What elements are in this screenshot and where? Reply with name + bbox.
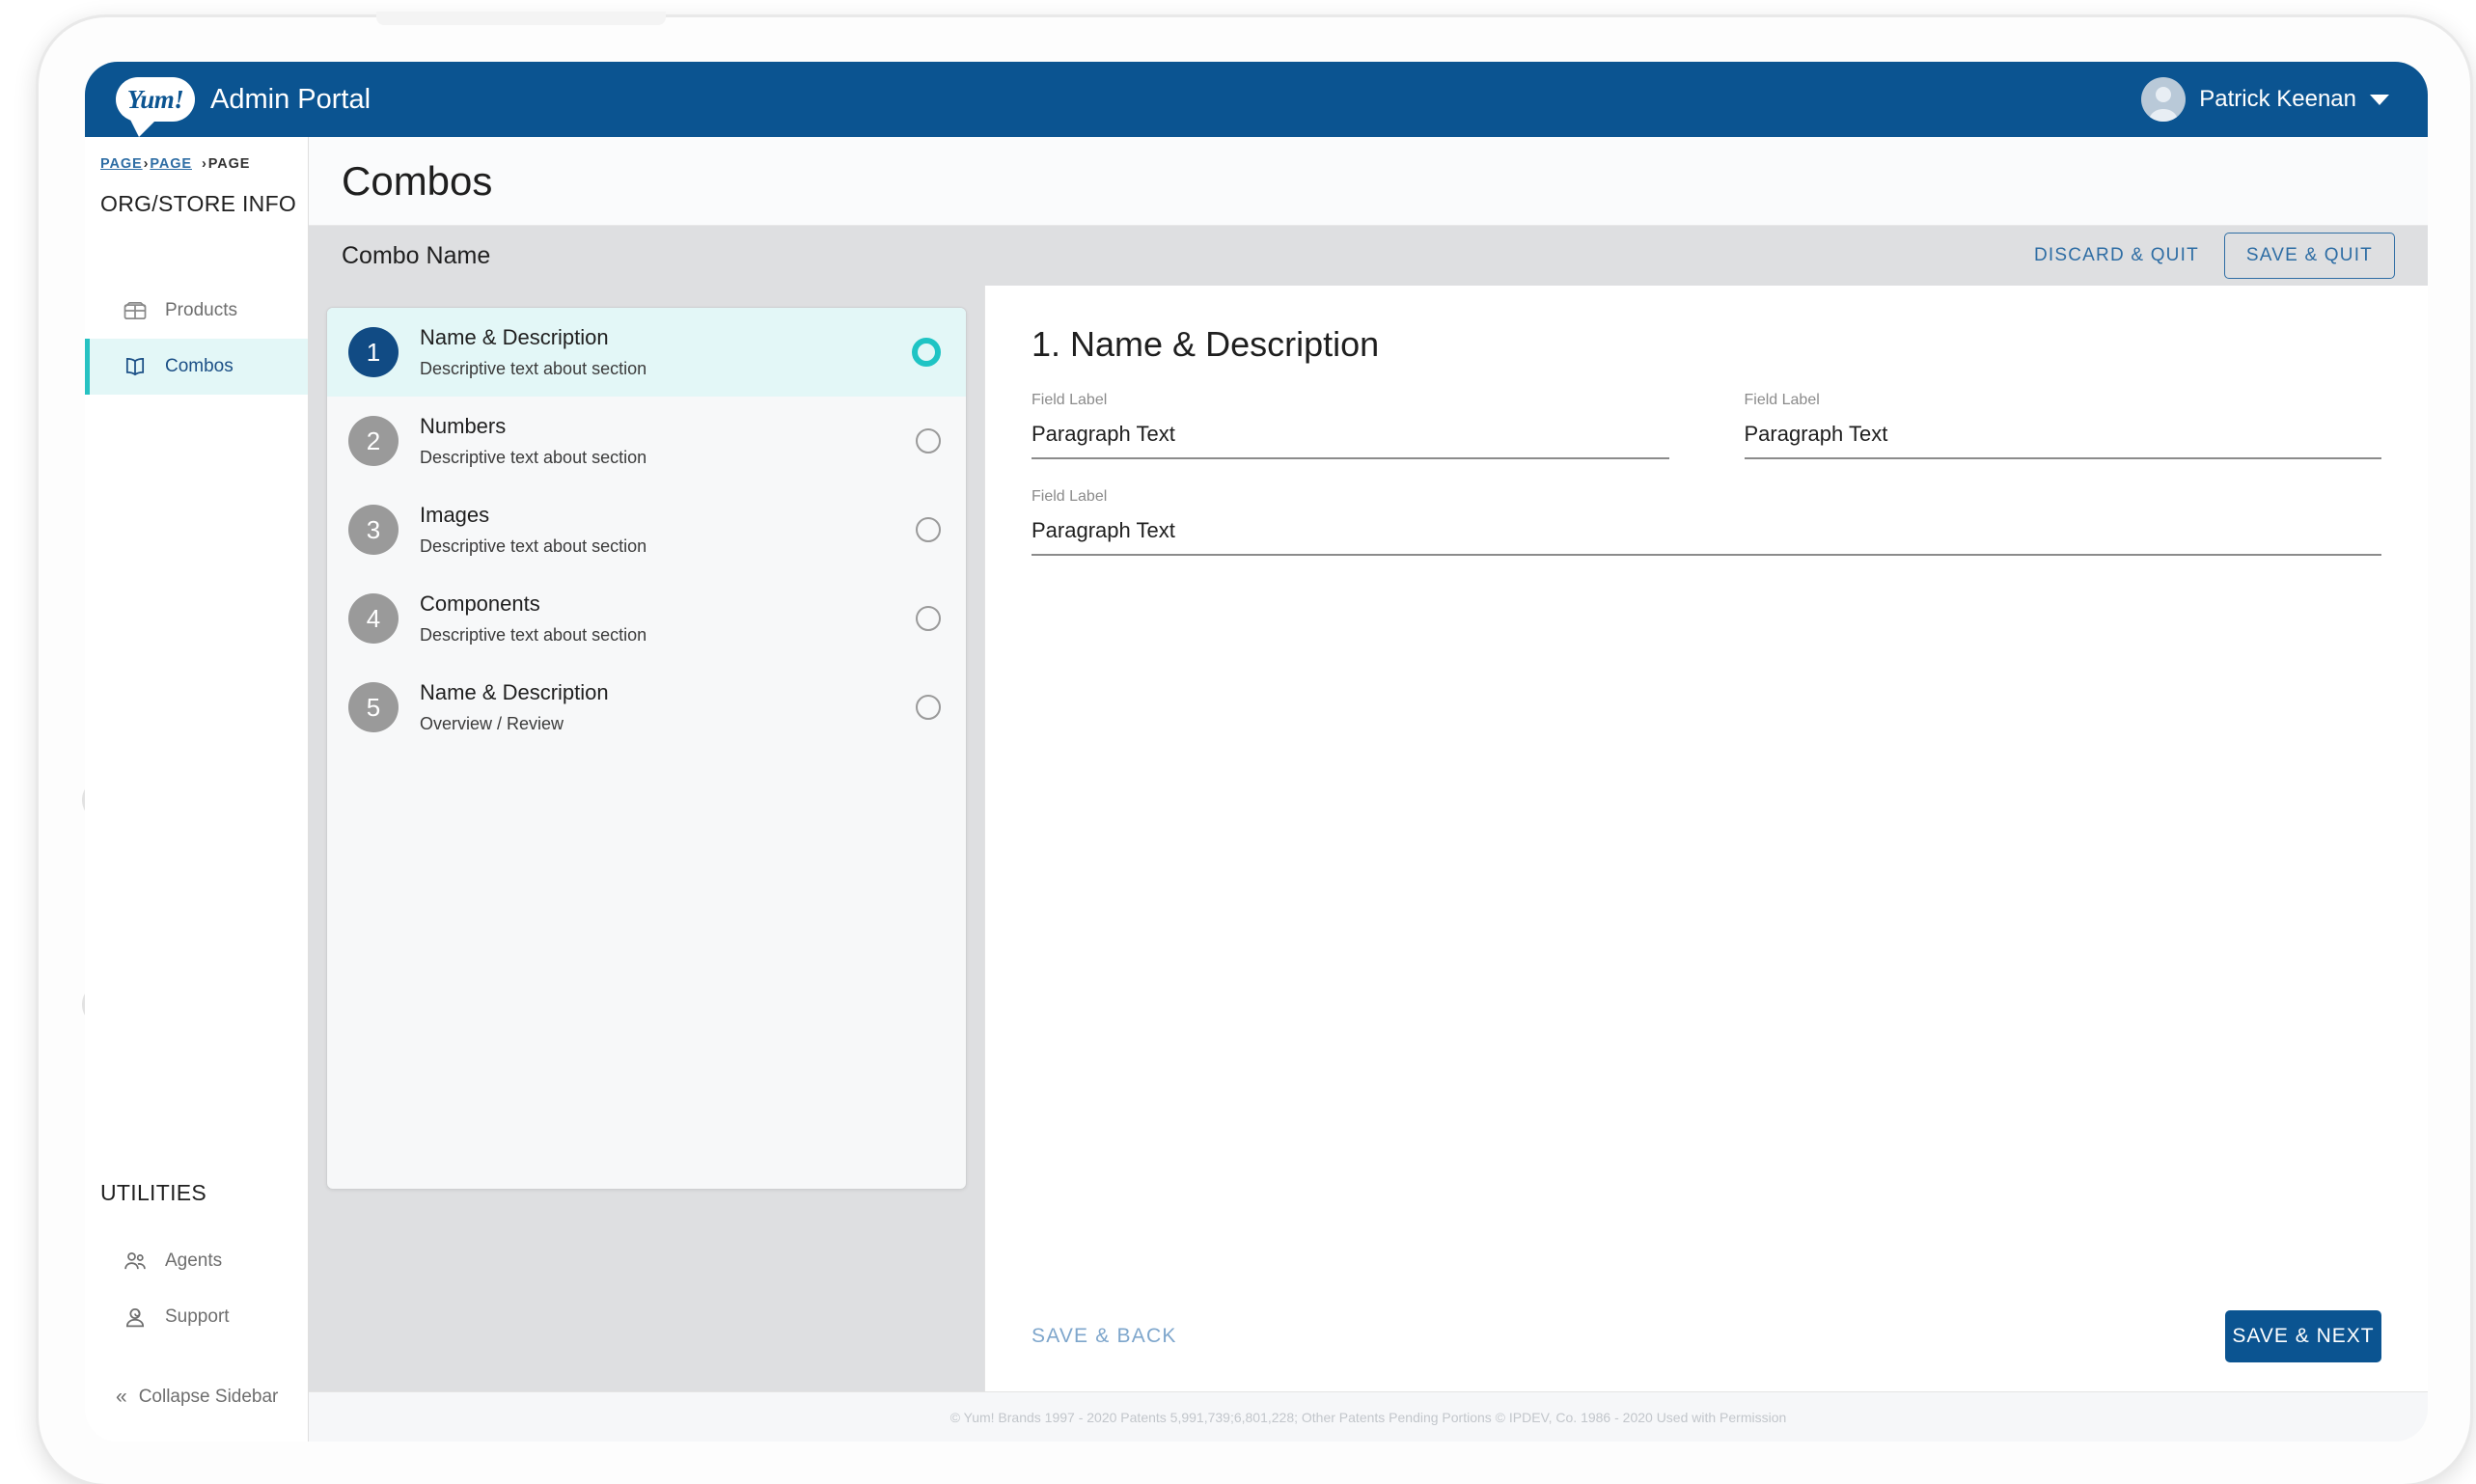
content-row: 1 Name & Description Descriptive text ab… [309,286,2428,1391]
form-field-1: Field Label Paragraph Text [1032,392,1669,459]
sidebar-item-label: Agents [165,1250,223,1271]
step-title: Name & Description [420,680,609,704]
step-texts: Images Descriptive text about section [420,503,894,557]
yum-logo-icon: Yum! [116,77,195,137]
stepper-pane: 1 Name & Description Descriptive text ab… [309,286,984,1391]
book-icon [121,352,150,381]
field-input[interactable]: Paragraph Text [1032,518,2381,556]
chevron-down-icon[interactable] [2370,94,2389,105]
step-title: Images [420,503,490,527]
discard-and-quit-button[interactable]: DISCARD & QUIT [2034,245,2199,266]
step-item-2[interactable]: 2 Numbers Descriptive text about section [327,397,966,485]
chevron-double-left-icon: « [116,1386,127,1408]
field-grid: Field Label Paragraph Text Field Label P… [1032,392,2381,556]
step-number-badge: 4 [348,593,399,644]
step-texts: Name & Description Overview / Review [420,680,894,734]
step-number-badge: 2 [348,416,399,466]
step-subtitle: Descriptive text about section [420,448,647,467]
step-texts: Numbers Descriptive text about section [420,414,894,468]
step-item-5[interactable]: 5 Name & Description Overview / Review [327,663,966,752]
avatar [2141,77,2187,122]
sidebar-utilities-nav: UTILITIES Agents Support « Collapse Side… [85,1180,308,1442]
action-bar: Combo Name DISCARD & QUIT SAVE & QUIT [309,226,2428,286]
sidebar-primary-nav: Products Combos [85,283,308,395]
step-title: Components [420,591,540,616]
top-navigation-bar: Yum! Admin Portal Patrick Keenan [85,62,2428,137]
device-notch [376,12,666,25]
stepper-card: 1 Name & Description Descriptive text ab… [326,307,967,1190]
form-field-2: Field Label Paragraph Text [1744,392,2381,459]
main-column: Combos Combo Name DISCARD & QUIT SAVE & … [309,137,2428,1442]
breadcrumb-item-1[interactable]: PAGE [100,156,143,172]
step-item-3[interactable]: 3 Images Descriptive text about section [327,485,966,574]
tablet-device-frame: Yum! Admin Portal Patrick Keenan PAGE › … [39,12,2470,1484]
collapse-sidebar-button[interactable]: « Collapse Sidebar [85,1386,308,1409]
sidebar-item-combos[interactable]: Combos [85,339,308,395]
form-section-title: 1. Name & Description [1032,324,1380,364]
page-title: Combos [342,157,493,204]
sidebar-item-products[interactable]: Products [85,283,308,339]
yum-logo-text: Yum! [126,84,184,114]
step-number-badge: 5 [348,682,399,732]
user-name-label: Patrick Keenan [2199,86,2356,112]
step-status-radio[interactable] [912,338,941,367]
form-footer: SAVE & BACK SAVE & NEXT [985,1310,2428,1391]
step-subtitle: Descriptive text about section [420,625,647,645]
app-footer: © Yum! Brands 1997 - 2020 Patents 5,991,… [309,1391,2428,1442]
step-number-badge: 1 [348,327,399,377]
users-icon [121,1247,150,1276]
step-subtitle: Overview / Review [420,714,564,733]
package-icon [121,296,150,325]
field-label: Field Label [1032,392,1108,408]
user-menu[interactable]: Patrick Keenan [2141,77,2389,122]
combo-name-label: Combo Name [342,241,491,269]
step-item-4[interactable]: 4 Components Descriptive text about sect… [327,574,966,663]
breadcrumb-separator-1: › [143,156,150,172]
sidebar-item-label: Combos [165,356,234,376]
step-status-radio[interactable] [916,695,941,720]
field-label: Field Label [1032,488,1108,505]
step-item-1[interactable]: 1 Name & Description Descriptive text ab… [327,308,966,397]
sidebar-section-title: ORG/STORE INFO [100,191,297,216]
copyright-text: © Yum! Brands 1997 - 2020 Patents 5,991,… [949,1409,1787,1425]
field-input[interactable]: Paragraph Text [1032,422,1669,459]
collapse-sidebar-label: Collapse Sidebar [138,1387,279,1407]
breadcrumb-item-3: PAGE [207,156,251,172]
step-texts: Name & Description Descriptive text abou… [420,325,891,379]
sidebar-item-agents[interactable]: Agents [85,1233,308,1289]
save-and-quit-button[interactable]: SAVE & QUIT [2223,233,2395,279]
step-status-radio[interactable] [916,606,941,631]
support-agent-icon [121,1303,150,1332]
sidebar-item-label: Products [165,300,237,320]
step-subtitle: Descriptive text about section [420,359,647,378]
step-status-radio[interactable] [916,517,941,542]
breadcrumb-item-2[interactable]: PAGE [150,156,192,172]
sidebar: PAGE › PAGE › PAGE ORG/STORE INFO Produc… [85,137,309,1442]
step-title: Name & Description [420,325,609,349]
sidebar-item-label: Support [165,1306,230,1327]
breadcrumb: PAGE › PAGE › PAGE [85,137,308,172]
step-number-badge: 3 [348,505,399,555]
brand-group: Yum! Admin Portal [116,77,371,137]
page-header: Combos [309,137,2428,226]
save-and-next-button[interactable]: SAVE & NEXT [2225,1310,2381,1362]
utilities-section-title: UTILITIES [100,1180,207,1205]
field-label: Field Label [1744,392,1820,408]
step-title: Numbers [420,414,507,438]
step-subtitle: Descriptive text about section [420,536,647,556]
form-field-3: Field Label Paragraph Text [1032,488,2381,556]
device-screen: Yum! Admin Portal Patrick Keenan PAGE › … [85,62,2428,1442]
form-pane: 1. Name & Description Field Label Paragr… [984,286,2428,1391]
step-status-radio[interactable] [916,428,941,453]
action-bar-buttons: DISCARD & QUIT SAVE & QUIT [2034,233,2395,279]
app-screen: Yum! Admin Portal Patrick Keenan PAGE › … [85,62,2428,1442]
field-input[interactable]: Paragraph Text [1744,422,2381,459]
form-body: 1. Name & Description Field Label Paragr… [985,286,2428,1310]
breadcrumb-separator-2: › [201,156,207,172]
sidebar-item-support[interactable]: Support [85,1289,308,1345]
step-texts: Components Descriptive text about sectio… [420,591,894,646]
body-row: PAGE › PAGE › PAGE ORG/STORE INFO Produc… [85,137,2428,1442]
save-and-back-button[interactable]: SAVE & BACK [1032,1325,1177,1348]
app-title: Admin Portal [210,83,371,115]
